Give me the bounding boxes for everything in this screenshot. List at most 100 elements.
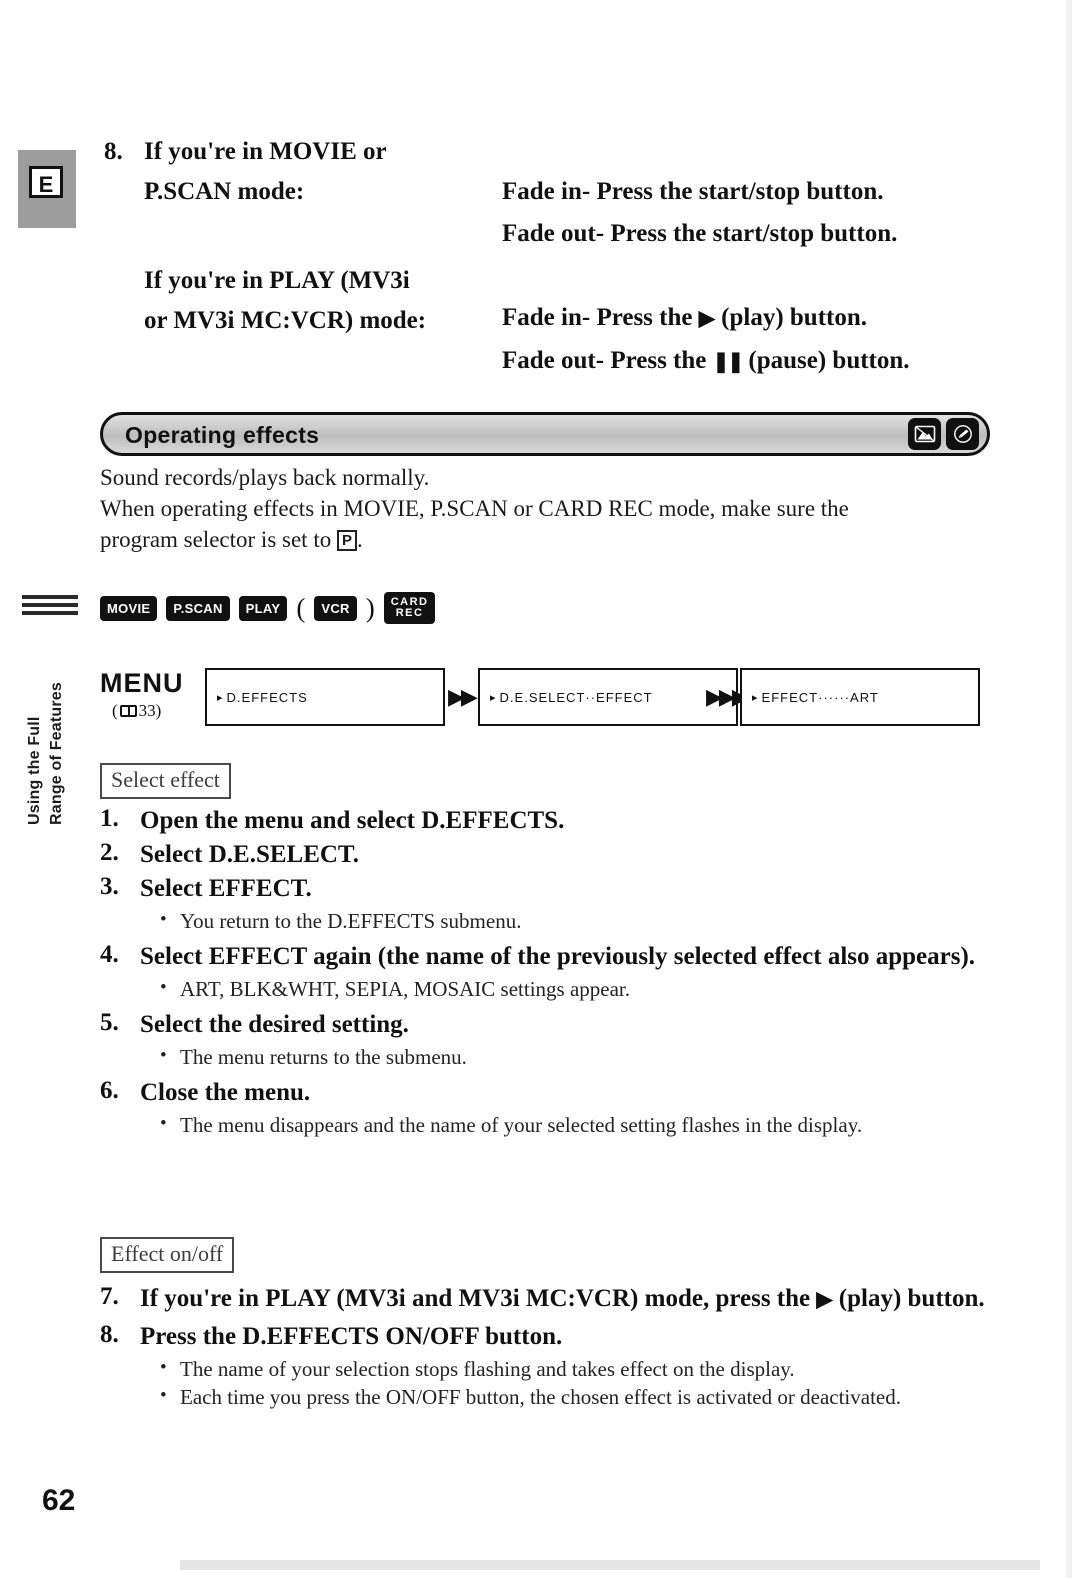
step-bullet-list: The menu disappears and the name of your… — [158, 1110, 990, 1139]
side-rule-decoration — [22, 595, 78, 621]
fade-out-pause-text-post: (pause) button. — [748, 347, 910, 374]
mode-chip-vcr: VCR — [314, 595, 357, 621]
section-header-bar: Operating effects — [100, 412, 990, 456]
menu-ref-page: 33) — [138, 701, 162, 720]
menu-marker-icon-2: ▸ — [490, 691, 497, 704]
menu-box-deselect: ▸ D.E.SELECT··EFFECT — [478, 668, 738, 726]
section-intro-paragraph: Sound records/plays back normally. When … — [100, 462, 990, 555]
flow-arrow-1-icon: ▶▶ — [448, 684, 478, 709]
program-mode-badge: P — [336, 530, 357, 551]
top-step-cond1-result1: Fade in- Press the start/stop button. — [502, 178, 884, 205]
step-item: 8. Press the D.EFFECTS ON/OFF button. Th… — [100, 1321, 1000, 1411]
step-item: 2. Select D.E.SELECT. — [100, 839, 990, 871]
intro-line-3-pre: program selector is set to — [100, 527, 332, 552]
menu-box-deffects: ▸ D.EFFECTS — [205, 668, 445, 726]
paren-close: ) — [365, 592, 375, 623]
book-icon — [119, 705, 137, 717]
language-tab: E — [18, 150, 76, 228]
step-text: Close the menu. — [140, 1079, 311, 1106]
side-chapter-label: Using the Full Range of Features — [18, 645, 78, 825]
manual-page: E Using the Full Range of Features 8. If… — [0, 0, 1080, 1578]
top-step-cond1-line1: If you're in MOVIE or — [144, 138, 387, 165]
step-bullet: Each time you press the ON/OFF button, t… — [158, 1382, 1000, 1411]
step7-text-pre: If you're in PLAY (MV3i and MV3i MC:VCR)… — [140, 1285, 811, 1312]
card-photo-icon — [908, 418, 941, 450]
step-text: Open the menu and select D.EFFECTS. — [140, 807, 565, 834]
menu-box-effect: ▸ EFFECT······ART — [740, 668, 980, 726]
step-number: 4. — [100, 941, 119, 968]
intro-line-1: Sound records/plays back normally. — [100, 465, 430, 490]
step-bullet-list: The menu returns to the submenu. — [158, 1042, 990, 1071]
menu-box-1-text: D.EFFECTS — [226, 689, 308, 705]
menu-box-3-text: EFFECT······ART — [761, 689, 879, 705]
menu-page-reference: (33) — [112, 701, 161, 721]
step-text: Select the desired setting. — [140, 1011, 409, 1038]
menu-ref-open: ( — [112, 701, 118, 720]
top-step-number: 8. — [104, 138, 123, 165]
step-bullet-list: The name of your selection stops flashin… — [158, 1354, 1000, 1411]
step-item: 4. Select EFFECT again (the name of the … — [100, 941, 990, 1003]
paren-open: ( — [296, 592, 306, 623]
menu-marker-icon-3: ▸ — [752, 691, 759, 704]
top-step-cond2-result2: Fade out- Press the ❚❚ (pause) button. — [502, 347, 910, 375]
subheading-select-effect: Select effect — [100, 763, 231, 799]
play-triangle-icon: ▶ — [698, 306, 715, 330]
subheading-effect-onoff: Effect on/off — [100, 1237, 235, 1273]
mode-chip-pscan: P.SCAN — [166, 595, 230, 621]
mode-chip-row: MOVIE P.SCAN PLAY ( VCR ) CARD REC — [100, 588, 436, 628]
mode-chip-movie: MOVIE — [100, 595, 158, 621]
step-number: 5. — [100, 1009, 119, 1036]
side-chapter-line2: Range of Features — [48, 682, 65, 825]
top-step-cond1-result2: Fade out- Press the start/stop button. — [502, 220, 898, 247]
section-icon-group — [908, 418, 979, 450]
bottom-edge-shadow — [180, 1560, 1040, 1570]
step-text: Select EFFECT again (the name of the pre… — [140, 943, 976, 970]
page-number: 62 — [42, 1484, 76, 1517]
step-bullet: ART, BLK&WHT, SEPIA, MOSAIC settings app… — [158, 974, 990, 1003]
top-step-block: 8. If you're in MOVIE or P.SCAN mode: Fa… — [104, 138, 984, 374]
step-number: 7. — [100, 1283, 119, 1310]
step-bullet-list: ART, BLK&WHT, SEPIA, MOSAIC settings app… — [158, 974, 990, 1003]
menu-label: MENU — [100, 668, 184, 698]
step-item: 7. If you're in PLAY (MV3i and MV3i MC:V… — [100, 1283, 1000, 1315]
intro-line-2: When operating effects in MOVIE, P.SCAN … — [100, 496, 849, 521]
steps-effect-onoff: 7. If you're in PLAY (MV3i and MV3i MC:V… — [100, 1283, 1000, 1413]
mode-chip-cardrec-line2: REC — [395, 607, 424, 619]
section-title: Operating effects — [125, 422, 320, 448]
step-bullet-list: You return to the D.EFFECTS submenu. — [158, 906, 990, 935]
top-step-cond2-result1: Fade in- Press the ▶ (play) button. — [502, 304, 867, 332]
step-item: 3. Select EFFECT. You return to the D.EF… — [100, 873, 990, 935]
step-item: 5. Select the desired setting. The menu … — [100, 1009, 990, 1071]
step-text: Select D.E.SELECT. — [140, 841, 359, 868]
step-number: 1. — [100, 805, 119, 832]
mode-chip-play: PLAY — [238, 595, 288, 621]
menu-box-2-text: D.E.SELECT··EFFECT — [499, 689, 653, 705]
step-number: 8. — [100, 1321, 119, 1348]
step-text: If you're in PLAY (MV3i and MV3i MC:VCR)… — [140, 1283, 985, 1315]
top-step-cond2-line2: or MV3i MC:VCR) mode: — [144, 307, 427, 334]
step-text: Select EFFECT. — [140, 875, 312, 902]
steps-select-effect: 1. Open the menu and select D.EFFECTS. 2… — [100, 805, 990, 1141]
intro-line-3-post: . — [356, 527, 363, 552]
top-step-cond1-line2: P.SCAN mode: — [144, 178, 305, 205]
step7-text-post: (play) button. — [838, 1285, 985, 1312]
step-bullet: The menu returns to the submenu. — [158, 1042, 990, 1071]
flow-arrow-2-icon: ▶▶▶ — [706, 684, 749, 709]
fade-in-play-text-pre: Fade in- Press the — [502, 304, 693, 331]
pause-bars-icon: ❚❚ — [712, 351, 744, 373]
step-number: 6. — [100, 1077, 119, 1104]
step-item: 6. Close the menu. The menu disappears a… — [100, 1077, 990, 1139]
step-item: 1. Open the menu and select D.EFFECTS. — [100, 805, 990, 837]
language-tab-label: E — [29, 166, 63, 198]
play-triangle-icon-step7: ▶ — [816, 1287, 833, 1311]
step-bullet: The menu disappears and the name of your… — [158, 1110, 990, 1139]
step-number: 3. — [100, 873, 119, 900]
side-chapter-line1: Using the Full — [26, 716, 43, 825]
intro-line-3: program selector is set to P. — [100, 524, 990, 555]
top-step-cond2-line1: If you're in PLAY (MV3i — [144, 267, 410, 294]
step-number: 2. — [100, 839, 119, 866]
step-text: Press the D.EFFECTS ON/OFF button. — [140, 1323, 563, 1350]
step-bullet: You return to the D.EFFECTS submenu. — [158, 906, 990, 935]
pencil-edit-icon — [946, 418, 979, 450]
menu-marker-icon: ▸ — [217, 691, 224, 704]
